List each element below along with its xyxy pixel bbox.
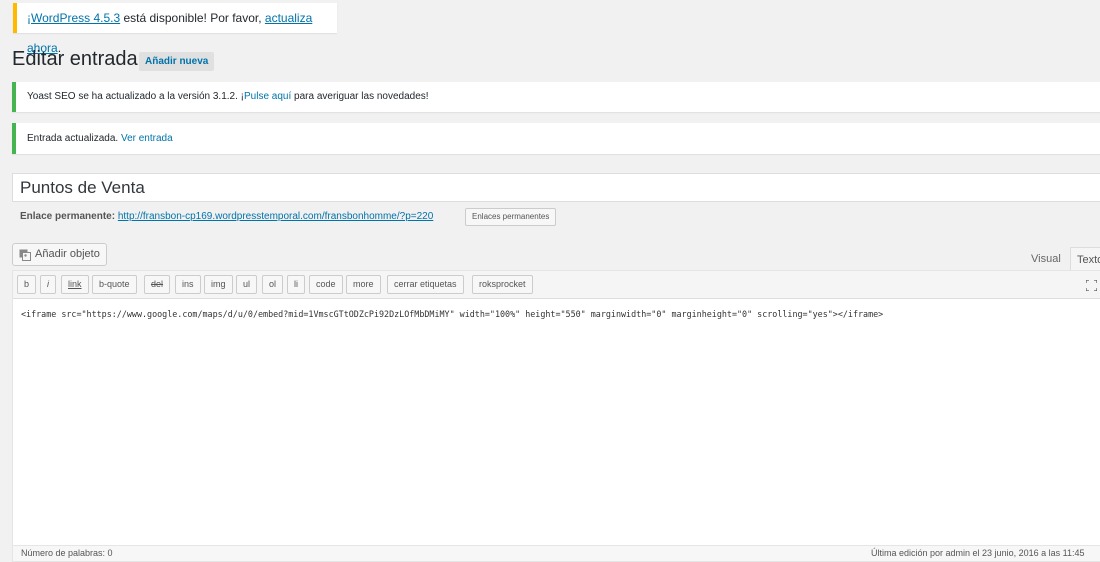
yoast-notice-end: para averiguar las novedades!	[291, 91, 429, 102]
yoast-click-here-link[interactable]: Pulse aquí	[244, 91, 291, 102]
fullscreen-icon[interactable]	[1085, 278, 1098, 292]
link-button[interactable]: link	[61, 275, 89, 294]
close-tags-button[interactable]: cerrar etiquetas	[387, 275, 464, 294]
italic-button[interactable]: i	[40, 275, 56, 294]
blockquote-button[interactable]: b-quote	[92, 275, 137, 294]
yoast-notice: Yoast SEO se ha actualizado a la versión…	[12, 82, 1100, 112]
img-button[interactable]: img	[204, 275, 233, 294]
page-title: Editar entrada	[12, 48, 138, 70]
view-post-link[interactable]: Ver entrada	[121, 133, 173, 144]
del-button[interactable]: del	[144, 275, 171, 294]
media-icon	[19, 249, 31, 261]
more-button[interactable]: more	[346, 275, 381, 294]
li-button[interactable]: li	[287, 275, 305, 294]
tab-visual[interactable]: Visual	[1025, 247, 1067, 271]
add-new-button[interactable]: Añadir nueva	[139, 52, 215, 71]
permalinks-button[interactable]: Enlaces permanentes	[465, 208, 557, 226]
editor-content[interactable]: <iframe src="https://www.google.com/maps…	[21, 309, 883, 319]
tab-text[interactable]: Texto	[1070, 247, 1100, 271]
word-count: Número de palabras: 0	[21, 548, 113, 558]
permalink-url-link[interactable]: http://fransbon-cp169.wordpresstemporal.…	[118, 211, 433, 222]
bold-button[interactable]: b	[17, 275, 37, 294]
update-notice: ¡WordPress 4.5.3 está disponible! Por fa…	[13, 3, 337, 55]
permalink-label: Enlace permanente:	[20, 211, 116, 222]
text-editor: b i link b-quote del ins img ul ol li co…	[12, 270, 1100, 562]
post-title-input[interactable]: Puntos de Venta	[12, 173, 1100, 202]
update-notice-text: está disponible! Por favor,	[120, 11, 265, 25]
ul-button[interactable]: ul	[236, 275, 258, 294]
permalink-row: Enlace permanente: http://fransbon-cp169…	[20, 209, 433, 225]
yoast-notice-text: Yoast SEO se ha actualizado a la versión…	[27, 91, 244, 102]
roksprocket-button[interactable]: roksprocket	[472, 275, 533, 294]
post-updated-text: Entrada actualizada.	[27, 133, 121, 144]
ol-button[interactable]: ol	[262, 275, 284, 294]
ins-button[interactable]: ins	[175, 275, 201, 294]
last-edit-info: Última edición por admin el 23 junio, 20…	[871, 548, 1085, 558]
wordpress-version-link[interactable]: ¡WordPress 4.5.3	[27, 11, 120, 25]
editor-statusbar: Número de palabras: 0 Última edición por…	[13, 545, 1100, 561]
add-media-button[interactable]: Añadir objeto	[12, 243, 107, 266]
code-button[interactable]: code	[309, 275, 343, 294]
quicktags-toolbar: b i link b-quote del ins img ul ol li co…	[13, 271, 1100, 299]
add-media-label: Añadir objeto	[35, 248, 100, 260]
post-updated-notice: Entrada actualizada. Ver entrada	[12, 123, 1100, 154]
